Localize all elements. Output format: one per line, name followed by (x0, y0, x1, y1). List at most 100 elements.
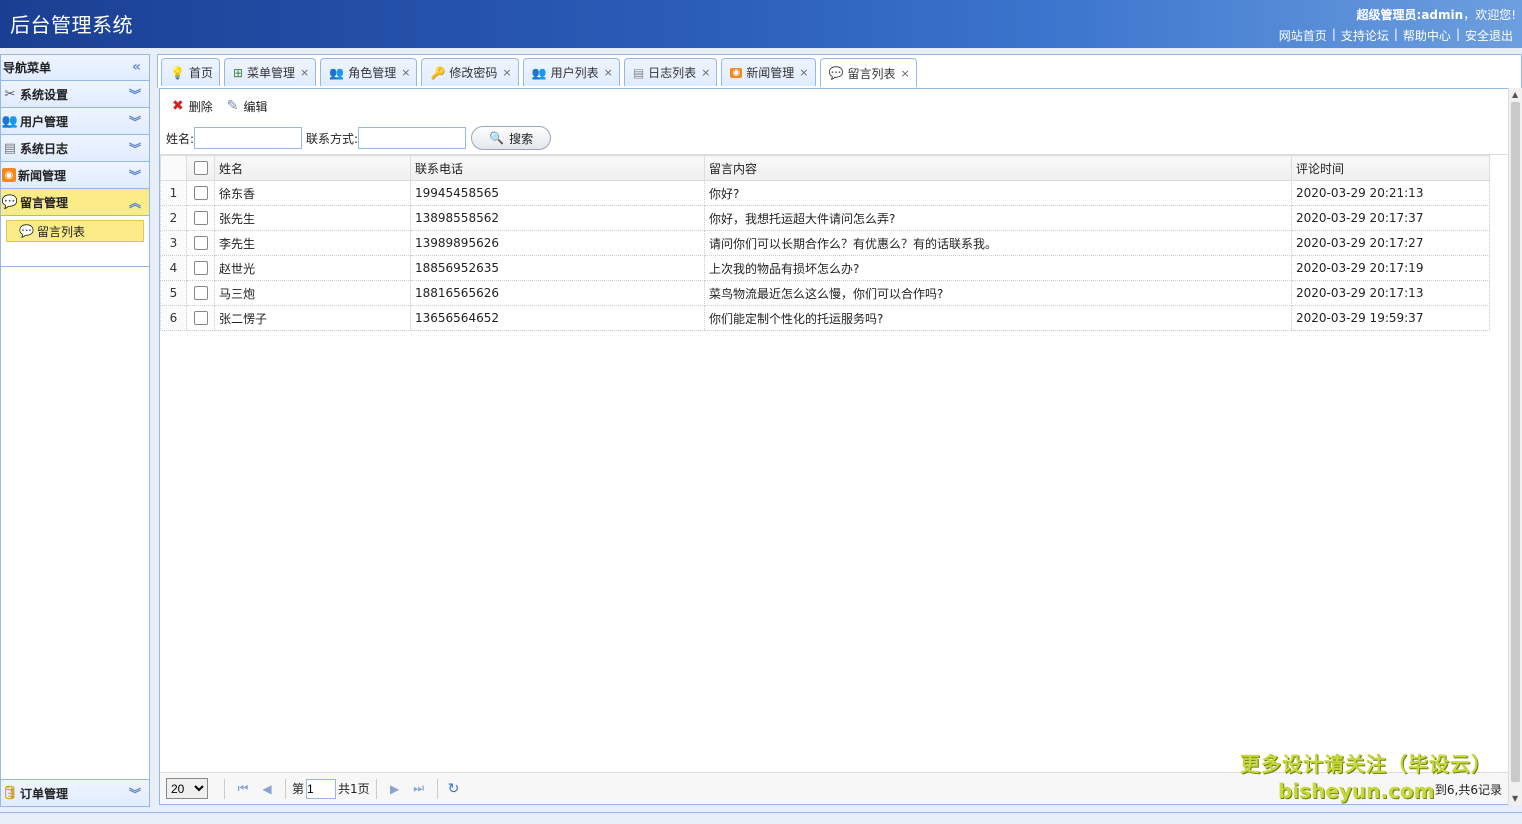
sidebar-section-system-log[interactable]: ▤ 系统日志 ︾ (1, 135, 149, 162)
last-page-icon[interactable]: ⏭ (407, 781, 431, 796)
row-number-header (160, 155, 187, 181)
watermark-line2: bisheyun.com (1278, 779, 1435, 803)
select-all-checkbox[interactable] (186, 155, 215, 181)
collapse-sidebar-icon[interactable]: « (132, 59, 141, 75)
row-checkbox[interactable] (186, 255, 215, 281)
row-checkbox[interactable] (186, 305, 215, 331)
sidebar-section-user-management[interactable]: 👥 用户管理 ︾ (1, 108, 149, 135)
page-number-input[interactable] (306, 778, 337, 799)
row-number: 3 (160, 230, 187, 256)
table-row[interactable]: 4 赵世光 18856952635 上次我的物品有损坏怎么办? 2020-03-… (160, 255, 1490, 281)
tab-change-password[interactable]: 🔑 修改密码 × (421, 58, 519, 86)
column-header-name[interactable]: 姓名 (214, 155, 411, 181)
cell-phone: 18856952635 (410, 255, 705, 281)
pager-divider (285, 778, 286, 799)
cell-time: 2020-03-29 20:17:27 (1291, 230, 1490, 256)
close-icon[interactable]: × (701, 66, 710, 79)
chevron-up-icon[interactable]: ︽ (129, 194, 141, 211)
tab-menu-management[interactable]: ⊞ 菜单管理 × (223, 58, 317, 86)
users-icon: 👥 (329, 65, 345, 80)
vertical-scrollbar[interactable]: ▲ ▼ (1508, 88, 1522, 805)
table-row[interactable]: 2 张先生 13898558562 你好，我想托运超大件请问怎么弄? 2020-… (160, 205, 1490, 231)
contact-search-input[interactable] (358, 127, 467, 149)
link-site-home[interactable]: 网站首页 (1274, 27, 1332, 44)
chevron-down-icon[interactable]: ︾ (129, 86, 141, 103)
link-help-center[interactable]: 帮助中心 (1398, 27, 1456, 44)
tab-news-management[interactable]: ◉ 新闻管理 × (721, 58, 816, 86)
close-icon[interactable]: × (799, 66, 808, 79)
cell-name: 张先生 (214, 205, 411, 231)
search-icon: 🔍 (489, 131, 505, 145)
tab-home[interactable]: 💡 首页 (161, 58, 220, 86)
sidebar-section-news-management[interactable]: ◉ 新闻管理 ︾ (1, 162, 149, 189)
checkbox-box[interactable] (193, 261, 208, 276)
close-icon[interactable]: × (502, 66, 511, 79)
pager-divider (224, 778, 225, 799)
chevron-down-icon[interactable]: ︾ (129, 113, 141, 130)
checkbox-box[interactable] (193, 236, 208, 251)
row-checkbox[interactable] (186, 230, 215, 256)
search-button[interactable]: 🔍 搜索 (471, 126, 552, 150)
row-number: 2 (160, 205, 187, 231)
section-label: 订单管理 (20, 786, 69, 801)
cell-name: 张二愣子 (214, 305, 411, 331)
table-row[interactable]: 6 张二愣子 13656564652 你们能定制个性化的托运服务吗? 2020-… (160, 305, 1490, 331)
delete-button[interactable]: ✖ 删除 (172, 98, 213, 115)
refresh-icon[interactable]: ↻ (448, 781, 460, 797)
column-header-content[interactable]: 留言内容 (704, 155, 1292, 181)
close-icon[interactable]: × (300, 66, 309, 79)
tools-icon: ✂ (4, 86, 16, 102)
search-bar: 姓名: 联系方式: 🔍 搜索 (160, 123, 1508, 153)
scroll-up-icon[interactable]: ▲ (1512, 90, 1518, 99)
prev-page-icon[interactable]: ◀ (255, 782, 279, 796)
sidebar: 导航菜单 « ✂ 系统设置 ︾ 👥 用户管理 ︾ ▤ 系统日志 ︾ ◉ 新闻管理… (0, 54, 150, 807)
row-checkbox[interactable] (186, 180, 215, 206)
table-row[interactable]: 3 李先生 13989895626 请问你们可以长期合作么？有优惠么？有的话联系… (160, 230, 1490, 256)
sidebar-item-message-list[interactable]: 💬 留言列表 (6, 220, 144, 242)
chevron-down-icon[interactable]: ︾ (129, 785, 141, 802)
close-icon[interactable]: × (401, 66, 410, 79)
table-row[interactable]: 1 徐东香 19945458565 你好? 2020-03-29 20:21:1… (160, 180, 1490, 206)
message-table: 姓名 联系电话 留言内容 评论时间 1 徐东香 19945458565 你好? … (160, 155, 1490, 331)
sidebar-section-message-management[interactable]: 💬 留言管理 ︽ (1, 189, 149, 216)
name-search-input[interactable] (194, 127, 303, 149)
rss-icon: ◉ (730, 67, 743, 78)
checkbox-box[interactable] (193, 286, 208, 301)
pager-divider (375, 778, 377, 799)
close-icon[interactable]: × (604, 66, 613, 79)
tab-message-list[interactable]: 💬 留言列表 × (819, 58, 917, 87)
cell-content: 你们能定制个性化的托运服务吗? (704, 305, 1292, 331)
column-header-phone[interactable]: 联系电话 (410, 155, 705, 181)
row-checkbox[interactable] (186, 280, 215, 306)
cell-name: 李先生 (214, 230, 411, 256)
chevron-down-icon[interactable]: ︾ (129, 167, 141, 184)
scrollbar-thumb[interactable] (1511, 102, 1520, 782)
close-icon[interactable]: × (900, 67, 909, 80)
scroll-down-icon[interactable]: ▼ (1512, 794, 1518, 803)
sidebar-header: 导航菜单 « (1, 55, 149, 81)
sidebar-section-system-settings[interactable]: ✂ 系统设置 ︾ (1, 81, 149, 108)
link-support-forum[interactable]: 支持论坛 (1336, 27, 1394, 44)
cell-phone: 19945458565 (410, 180, 705, 206)
checkbox-box[interactable] (193, 186, 208, 201)
pager-divider (436, 778, 438, 799)
link-logout[interactable]: 安全退出 (1460, 27, 1518, 44)
next-page-icon[interactable]: ▶ (383, 782, 407, 796)
first-page-icon[interactable]: ⏮ (231, 781, 255, 796)
cell-content: 菜鸟物流最近怎么这么慢，你们可以合作吗? (704, 280, 1292, 306)
tab-user-list[interactable]: 👥 用户列表 × (522, 58, 620, 86)
checkbox-box[interactable] (193, 161, 208, 176)
row-checkbox[interactable] (186, 205, 215, 231)
sidebar-section-order-management[interactable]: 🛢 订单管理 ︾ (1, 779, 149, 806)
table-row[interactable]: 5 马三炮 18816565626 菜鸟物流最近怎么这么慢，你们可以合作吗? 2… (160, 280, 1490, 306)
column-header-time[interactable]: 评论时间 (1291, 155, 1490, 181)
tab-role-management[interactable]: 👥 角色管理 × (320, 58, 418, 86)
header-links: 网站首页 | 支持论坛 | 帮助中心 | 安全退出 (1274, 27, 1518, 44)
checkbox-box[interactable] (193, 311, 208, 326)
checkbox-box[interactable] (193, 211, 208, 226)
chevron-down-icon[interactable]: ︾ (129, 140, 141, 157)
content-panel: ✖ 删除 ✎ 编辑 姓名: 联系方式: 🔍 搜索 姓名 联系电话 留言内容 评论… (159, 88, 1509, 805)
edit-button[interactable]: ✎ 编辑 (227, 98, 268, 115)
tab-log-list[interactable]: ▤ 日志列表 × (623, 58, 718, 86)
page-size-select[interactable]: 20 (166, 778, 208, 799)
